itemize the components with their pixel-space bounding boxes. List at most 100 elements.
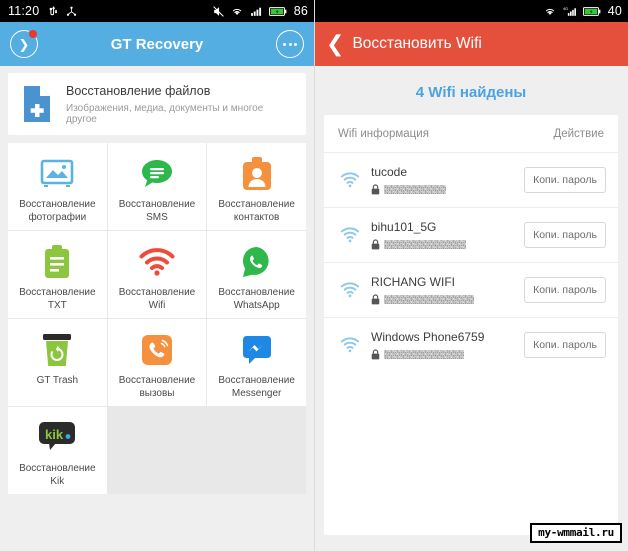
grid-item-label: Восстановление TXT <box>19 287 96 311</box>
wifi-info: Windows Phone6759 <box>371 330 524 361</box>
grid-item-label: Восстановление Messenger <box>218 375 295 399</box>
recover-files-card[interactable]: Восстановление файлов Изображения, медиа… <box>8 73 306 135</box>
found-count-title: 4 Wifi найдены <box>415 84 527 101</box>
column-header-action: Действие <box>553 128 604 140</box>
grid-item-label: Восстановление вызовы <box>118 375 196 399</box>
wifi-row[interactable]: tucode Копи. пароль <box>324 152 618 207</box>
recover-files-subtitle: Изображения, медиа, документы и многое д… <box>66 102 264 125</box>
wifi-info: tucode <box>371 165 524 196</box>
wifi-icon <box>338 227 362 243</box>
left-content: Восстановление файлов Изображения, медиа… <box>0 66 314 494</box>
signal-4g-icon: 4G <box>562 5 578 18</box>
wifi-password-line <box>371 349 524 360</box>
phone-call-icon <box>141 332 173 368</box>
wifi-icon <box>543 5 557 18</box>
grid-item-label: Восстановление контактов <box>218 199 295 223</box>
copy-password-button[interactable]: Копи. пароль <box>524 167 606 193</box>
lock-icon <box>371 349 380 360</box>
grid-item-photo[interactable]: Восстановление фотографии <box>8 143 107 230</box>
screen-divider <box>314 0 315 551</box>
left-screen: 11:20 86 ❯ GT Recovery Восстановление фа… <box>0 0 314 551</box>
bluetooth-share-icon <box>65 5 78 18</box>
wifi-password-masked <box>384 185 446 195</box>
lock-icon <box>371 294 380 305</box>
wifi-rows: tucode Копи. пароль bihu101_5G Копи. пароль… <box>324 152 618 372</box>
grid-item-contacts-badge[interactable]: Восстановление контактов <box>207 143 306 230</box>
right-content: 4 Wifi найдены Wifi информация Действие … <box>314 66 628 535</box>
kik-icon: kik <box>37 420 77 456</box>
copy-password-button[interactable]: Копи. пароль <box>524 332 606 358</box>
whatsapp-icon <box>240 244 274 280</box>
svg-text:kik: kik <box>45 427 64 442</box>
right-screen: 4G 40 ❮ Восстановить Wifi 4 Wifi найдены… <box>314 0 628 551</box>
grid-item-label: Восстановление фотографии <box>19 199 96 223</box>
status-bar-left: 11:20 86 <box>0 0 314 22</box>
wifi-row[interactable]: Windows Phone6759 Копи. пароль <box>324 317 618 372</box>
clipboard-txt-icon <box>43 244 71 280</box>
grid-item-sms-bubble[interactable]: Восстановление SMS <box>107 143 207 230</box>
notification-badge <box>28 29 38 39</box>
status-time: 11:20 <box>8 4 40 18</box>
status-left-icons <box>46 5 78 18</box>
wifi-password-line <box>371 294 524 305</box>
grid-item-trash-bin[interactable]: GT Trash <box>8 319 107 406</box>
grid-item-label: Восстановление SMS <box>118 199 196 223</box>
photo-icon <box>40 156 74 192</box>
wifi-info: bihu101_5G <box>371 220 524 251</box>
usb-icon <box>46 5 59 18</box>
grid-item-clipboard-txt[interactable]: Восстановление TXT <box>8 231 107 318</box>
lock-icon <box>371 184 380 195</box>
contacts-badge-icon <box>242 156 272 192</box>
page-title: Восстановить Wifi <box>352 35 482 52</box>
mute-icon <box>212 5 225 18</box>
recovery-grid: Восстановление фотографии Восстановление … <box>8 143 306 494</box>
recover-files-title: Восстановление файлов <box>66 84 211 99</box>
copy-password-button[interactable]: Копи. пароль <box>524 277 606 303</box>
chevron-left-icon[interactable]: ❮ <box>326 33 344 55</box>
column-header-info: Wifi информация <box>338 128 429 140</box>
file-plus-icon <box>22 85 52 123</box>
wifi-password-line <box>371 239 524 250</box>
right-app-bar: ❮ Восстановить Wifi <box>314 22 628 66</box>
wifi-ssid: RICHANG WIFI <box>371 274 455 289</box>
signal-icon <box>249 5 264 18</box>
left-app-bar: ❯ GT Recovery <box>0 22 314 66</box>
copy-password-button[interactable]: Копи. пароль <box>524 222 606 248</box>
wifi-password-masked <box>384 295 474 305</box>
messenger-icon <box>241 332 273 368</box>
battery-percent: 40 <box>607 4 622 18</box>
grid-item-label: GT Trash <box>36 375 79 386</box>
status-right-icons-2: 4G 40 <box>543 4 622 18</box>
wifi-red-icon <box>139 244 175 280</box>
grid-item-whatsapp[interactable]: Восстановление WhatsApp <box>207 231 306 318</box>
overflow-menu-icon[interactable] <box>276 30 304 58</box>
status-bar-right: 4G 40 <box>314 0 628 22</box>
wifi-icon <box>230 5 244 18</box>
wifi-password-masked <box>384 240 466 250</box>
battery-icon <box>582 6 601 17</box>
wifi-password-line <box>371 184 524 195</box>
wifi-list-card: Wifi информация Действие tucode Копи. пар… <box>324 115 618 535</box>
grid-item-label: Восстановление Wifi <box>118 287 196 311</box>
sms-bubble-icon <box>140 156 174 192</box>
wifi-row[interactable]: bihu101_5G Копи. пароль <box>324 207 618 262</box>
dual-screenshot: 11:20 86 ❯ GT Recovery Восстановление фа… <box>0 0 628 551</box>
grid-item-messenger[interactable]: Восстановление Messenger <box>207 319 306 406</box>
wifi-icon <box>338 172 362 188</box>
chevron-right-circle-icon[interactable]: ❯ <box>10 29 38 58</box>
grid-item-wifi-red[interactable]: Восстановление Wifi <box>107 231 207 318</box>
grid-item-label: Восстановление WhatsApp <box>218 287 295 311</box>
wifi-icon <box>338 337 362 353</box>
svg-text:4G: 4G <box>563 6 568 10</box>
wifi-info: RICHANG WIFI <box>371 275 524 306</box>
grid-item-label: Восстановление Kik <box>19 463 96 487</box>
battery-percent: 86 <box>293 4 308 18</box>
wifi-ssid: tucode <box>371 164 408 179</box>
wifi-ssid: bihu101_5G <box>371 219 437 234</box>
wifi-table-header: Wifi информация Действие <box>324 115 618 152</box>
grid-item-phone-call[interactable]: Восстановление вызовы <box>107 319 207 406</box>
wifi-row[interactable]: RICHANG WIFI Копи. пароль <box>324 262 618 317</box>
trash-bin-icon <box>42 332 72 368</box>
grid-item-kik[interactable]: kik Восстановление Kik <box>8 407 107 494</box>
wifi-ssid: Windows Phone6759 <box>371 329 485 344</box>
